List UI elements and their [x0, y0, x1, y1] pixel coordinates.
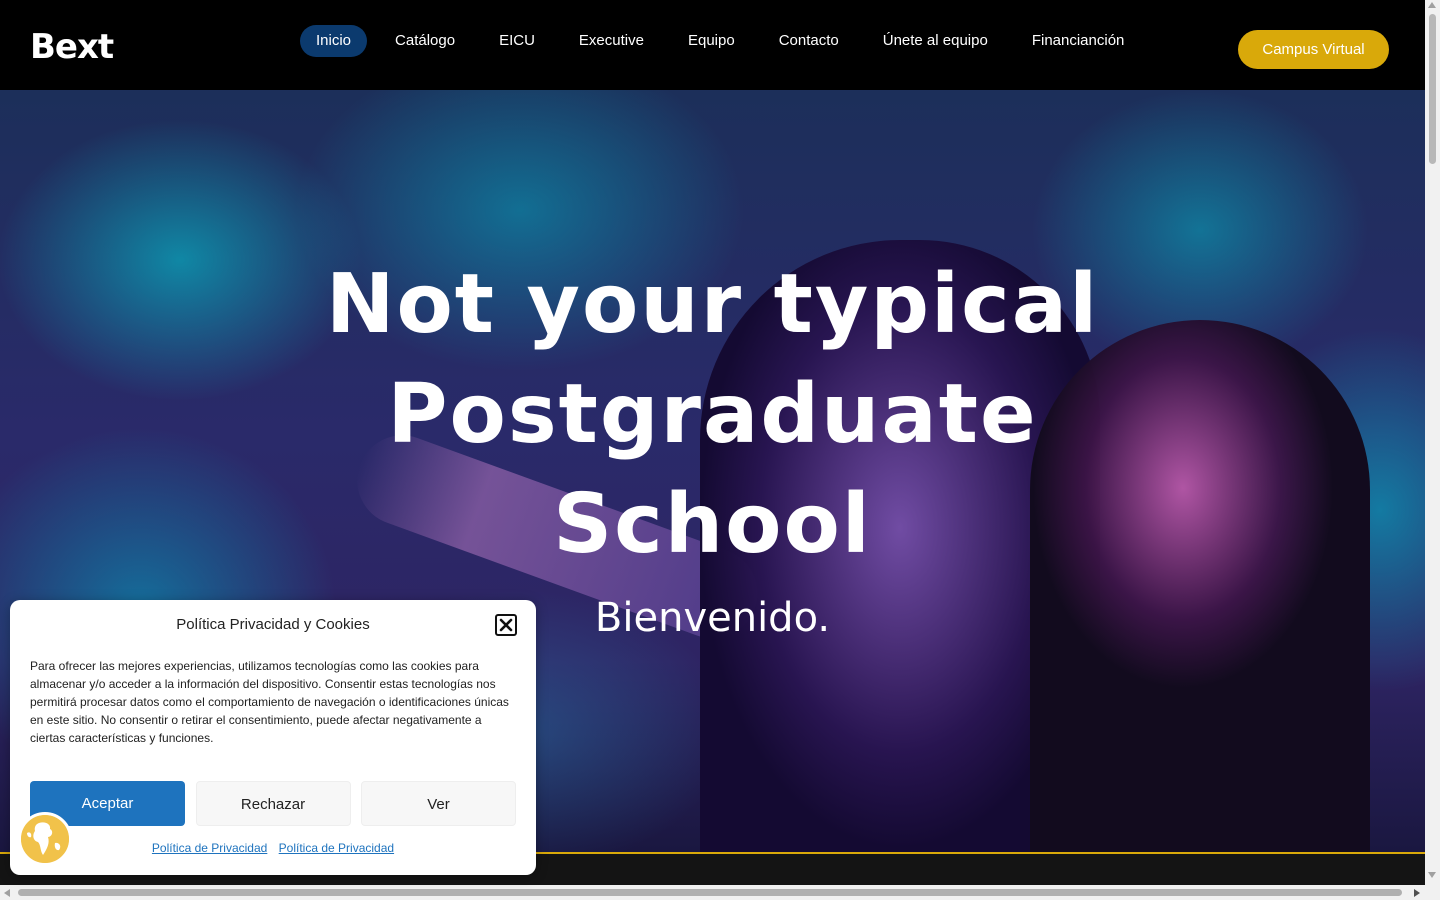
globe-icon[interactable] [18, 812, 72, 866]
main-nav: Inicio Catálogo EICU Executive Equipo Co… [300, 25, 1152, 57]
horizontal-scrollbar[interactable] [0, 885, 1440, 900]
scroll-right-icon[interactable] [1414, 889, 1420, 897]
scroll-down-icon[interactable] [1428, 872, 1436, 878]
view-preferences-button[interactable]: Ver [361, 781, 516, 826]
scroll-up-icon[interactable] [1428, 2, 1436, 8]
nav-item-eicu[interactable]: EICU [483, 25, 551, 57]
privacy-policy-link-2[interactable]: Política de Privacidad [279, 841, 394, 855]
nav-item-catalogo[interactable]: Catálogo [379, 25, 471, 57]
nav-item-executive[interactable]: Executive [563, 25, 660, 57]
site-header: Bext Inicio Catálogo EICU Executive Equi… [0, 0, 1425, 90]
cookie-title: Política Privacidad y Cookies [176, 616, 370, 633]
reject-button[interactable]: Rechazar [195, 781, 351, 826]
close-button[interactable] [495, 614, 517, 636]
hero-title-line2: School [553, 477, 872, 572]
cookie-text: Para ofrecer las mejores experiencias, u… [30, 659, 509, 745]
close-icon [499, 618, 513, 632]
nav-item-unete[interactable]: Únete al equipo [867, 25, 1004, 57]
vertical-scrollbar[interactable] [1425, 0, 1440, 885]
nav-item-inicio[interactable]: Inicio [300, 25, 368, 57]
horizontal-scroll-thumb[interactable] [18, 889, 1402, 896]
nav-item-financiacion[interactable]: Financianción [1016, 25, 1141, 57]
hero-title: Not your typical Postgraduate School [0, 250, 1425, 580]
vertical-scroll-thumb[interactable] [1429, 14, 1436, 164]
nav-item-contacto[interactable]: Contacto [763, 25, 855, 57]
cookie-buttons: Aceptar Rechazar Ver [30, 781, 516, 826]
campus-virtual-button[interactable]: Campus Virtual [1238, 30, 1389, 69]
nav-item-equipo[interactable]: Equipo [672, 25, 751, 57]
cookie-links: Política de Privacidad Política de Priva… [10, 841, 536, 855]
cookie-consent-dialog: Política Privacidad y Cookies Para ofrec… [10, 600, 536, 875]
scroll-left-icon[interactable] [4, 889, 10, 897]
privacy-policy-link-1[interactable]: Política de Privacidad [152, 841, 267, 855]
site-logo[interactable]: Bext [30, 30, 114, 64]
hero-title-line1: Not your typical Postgraduate [325, 257, 1100, 462]
